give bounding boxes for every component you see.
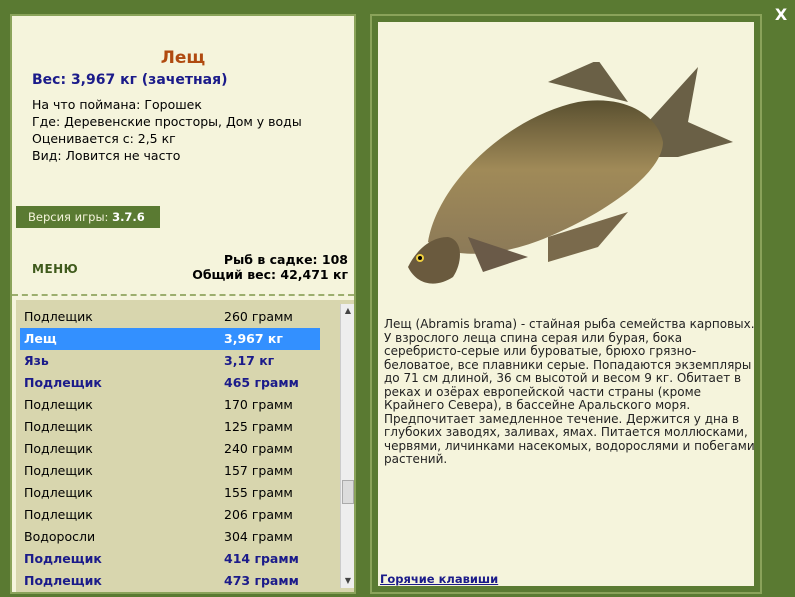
version-bar: Версия игры: 3.7.6 [16, 206, 160, 228]
catch-weight: 465 грамм [224, 375, 299, 390]
list-item[interactable]: Язь 3,17 кг [20, 350, 320, 372]
catch-weight: 157 грамм [224, 463, 293, 478]
list-item[interactable]: Водоросли 304 грамм [20, 526, 320, 548]
list-item[interactable]: Подлещик 206 грамм [20, 504, 320, 526]
list-item[interactable]: Лещ 3,967 кг [20, 328, 320, 350]
bream-fish-image [408, 62, 733, 284]
divider [12, 294, 354, 296]
catch-name: Лещ [24, 331, 57, 346]
catch-weight: 170 грамм [224, 397, 293, 412]
total-weight: Общий вес: 42,471 кг [192, 267, 348, 282]
catch-weight: 155 грамм [224, 485, 293, 500]
fish-name: Лещ [160, 48, 206, 68]
catch-name: Подлещик [24, 441, 93, 456]
catch-name: Подлещик [24, 507, 93, 522]
fish-description: Лещ (Abramis brama) - стайная рыба семей… [384, 317, 755, 466]
catch-name: Подлещик [24, 463, 93, 478]
fish-count: Рыб в садке: 108 [223, 252, 348, 267]
caught-on: На что поймана: Горошек [32, 97, 202, 112]
catch-weight: 240 грамм [224, 441, 293, 456]
catch-weight: 125 грамм [224, 419, 293, 434]
catch-name: Подлещик [24, 485, 93, 500]
list-item[interactable]: Подлещик 157 грамм [20, 460, 320, 482]
totals: Рыб в садке: 108 Общий вес: 42,471 кг [192, 252, 348, 282]
catch-weight: 304 грамм [224, 529, 293, 544]
version-label: Версия игры: [28, 210, 109, 224]
catch-name: Водоросли [24, 529, 96, 544]
list-item[interactable]: Подлещик 125 грамм [20, 416, 320, 438]
scroll-thumb[interactable] [342, 480, 354, 504]
scroll-down-icon[interactable]: ▼ [341, 574, 354, 588]
hotkeys-link[interactable]: Горячие клавиши [380, 572, 498, 586]
close-button[interactable]: X [771, 5, 791, 25]
value-threshold: Оценивается с: 2,5 кг [32, 131, 176, 146]
rarity: Вид: Ловится не часто [32, 148, 181, 163]
catch-weight: 414 грамм [224, 551, 299, 566]
list-item[interactable]: Подлещик 170 грамм [20, 394, 320, 416]
catch-name: Подлещик [24, 309, 93, 324]
catch-weight: 260 грамм [224, 309, 293, 324]
catch-name: Подлещик [24, 573, 102, 588]
catch-weight: 473 грамм [224, 573, 299, 588]
catch-name: Подлещик [24, 397, 93, 412]
list-item[interactable]: Подлещик 155 грамм [20, 482, 320, 504]
catch-weight: 3,967 кг [224, 331, 283, 346]
catch-weight: 3,17 кг [224, 353, 275, 368]
list-item[interactable]: Подлещик 240 грамм [20, 438, 320, 460]
catch-name: Подлещик [24, 551, 102, 566]
fish-weight: Вес: 3,967 кг (зачетная) [32, 72, 228, 88]
list-item[interactable]: Подлещик 414 грамм [20, 548, 320, 570]
catch-weight: 206 грамм [224, 507, 293, 522]
fish-details: На что поймана: Горошек Где: Деревенские… [32, 96, 302, 164]
list-item[interactable]: Подлещик 473 грамм [20, 570, 320, 592]
catch-name: Подлещик [24, 375, 102, 390]
list-scrollbar[interactable]: ▲ ▼ [340, 304, 354, 588]
fish-picture-panel: Лещ (Abramis brama) - стайная рыба семей… [370, 14, 762, 594]
version-value: 3.7.6 [112, 210, 145, 224]
location: Где: Деревенские просторы, Дом у воды [32, 114, 302, 129]
catch-name: Язь [24, 353, 49, 368]
catch-list[interactable]: Подлещик 260 грамм Лещ 3,967 кг Язь 3,17 кг По… [16, 300, 354, 592]
catch-name: Подлещик [24, 419, 93, 434]
menu-button[interactable]: МЕНЮ [32, 262, 78, 276]
fish-info-panel: Лещ Вес: 3,967 кг (зачетная) На что пойм… [10, 14, 356, 594]
list-item[interactable]: Подлещик 465 грамм [20, 372, 320, 394]
list-item[interactable]: Подлещик 260 грамм [20, 306, 320, 328]
scroll-up-icon[interactable]: ▲ [341, 304, 354, 318]
